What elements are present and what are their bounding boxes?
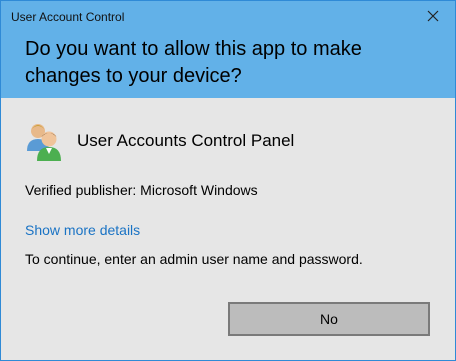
verified-publisher: Verified publisher: Microsoft Windows: [25, 182, 258, 198]
window-title: User Account Control: [11, 10, 125, 24]
user-accounts-icon: [27, 124, 61, 161]
instruction-text: To continue, enter an admin user name an…: [25, 251, 363, 267]
show-more-details-link[interactable]: Show more details: [25, 222, 140, 238]
no-button[interactable]: No: [228, 302, 430, 336]
close-button[interactable]: [417, 3, 449, 29]
dialog-header: User Account Control Do you want to allo…: [1, 1, 455, 98]
prompt-question: Do you want to allow this app to make ch…: [25, 38, 362, 87]
close-icon: [427, 10, 439, 22]
uac-dialog: User Account Control Do you want to allo…: [0, 0, 456, 361]
app-name: User Accounts Control Panel: [77, 131, 295, 150]
app-info: User Accounts Control Panel: [25, 121, 294, 161]
